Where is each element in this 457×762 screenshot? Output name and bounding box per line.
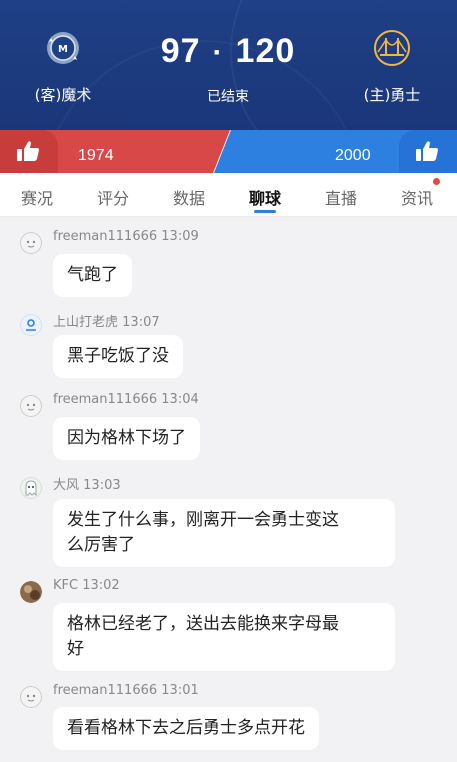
message-text-line: 好 <box>67 639 84 659</box>
tab-game[interactable]: 赛况 <box>7 185 67 209</box>
message-meta: freeman111666 13:09 <box>53 229 199 244</box>
message-meta: freeman111666 13:01 <box>53 683 199 698</box>
tab-stats[interactable]: 数据 <box>159 185 219 209</box>
away-team[interactable]: M (客)魔术 <box>8 28 118 105</box>
username: 上山打老虎 <box>53 315 119 330</box>
svg-text:M: M <box>58 44 68 55</box>
message-meta: 大风 13:03 <box>53 474 121 493</box>
timestamp: 13:02 <box>82 578 120 593</box>
score: 97 · 120 <box>128 32 328 71</box>
message-meta: freeman111666 13:04 <box>53 392 199 407</box>
match-status: 已结束 <box>207 89 249 105</box>
message-bubble[interactable]: 看看格林下去之后勇士多点开花 <box>53 707 319 750</box>
default-face-icon[interactable] <box>20 395 42 417</box>
away-team-name: (客)魔术 <box>34 86 92 104</box>
home-like-button[interactable] <box>399 130 457 173</box>
blue-user-icon[interactable] <box>20 314 42 336</box>
message-bubble[interactable]: 黑子吃饭了没 <box>53 335 183 378</box>
away-score: 97 <box>160 32 201 70</box>
match-header: M (客)魔术 97 · 120 已结束 (主)勇士 <box>0 0 457 130</box>
tab-bar: 赛况 评分 数据 聊球 直播 资讯 <box>0 173 457 217</box>
ghost-icon[interactable] <box>20 477 42 499</box>
news-notification-dot <box>433 178 440 185</box>
message-meta: KFC 13:02 <box>53 578 120 593</box>
message-bubble[interactable]: 格林已经老了，送出去能换来字母最 好 <box>53 603 395 671</box>
score-separator: · <box>212 36 224 69</box>
default-face-icon[interactable] <box>20 686 42 708</box>
active-tab-indicator <box>254 210 276 213</box>
username: KFC <box>53 578 79 593</box>
timestamp: 13:09 <box>161 229 199 244</box>
home-team[interactable]: (主)勇士 <box>337 28 447 105</box>
timestamp: 13:01 <box>161 683 199 698</box>
message-bubble[interactable]: 因为格林下场了 <box>53 417 200 460</box>
thumbs-up-icon <box>416 141 438 161</box>
timestamp: 13:07 <box>122 315 160 330</box>
photo-avatar[interactable] <box>20 581 42 603</box>
tab-chat[interactable]: 聊球 <box>235 185 295 209</box>
message-bubble[interactable]: 发生了什么事，刚离开一会勇士变这 么厉害了 <box>53 499 395 567</box>
username: freeman111666 <box>53 229 158 244</box>
tab-ratings[interactable]: 评分 <box>83 185 143 209</box>
username: freeman111666 <box>53 683 158 698</box>
message-meta: 上山打老虎 13:07 <box>53 311 160 330</box>
vote-bar: 1974 2000 <box>0 130 457 173</box>
away-vote-count: 1974 <box>78 147 114 164</box>
timestamp: 13:03 <box>83 478 121 493</box>
default-face-icon[interactable] <box>20 232 42 254</box>
username: 大风 <box>53 478 80 493</box>
thumbs-up-icon <box>17 141 39 161</box>
magic-logo-icon: M <box>47 32 79 64</box>
tab-news[interactable]: 资讯 <box>387 185 447 209</box>
away-like-button[interactable] <box>0 130 58 173</box>
message-bubble[interactable]: 气跑了 <box>53 254 132 297</box>
home-vote-count: 2000 <box>335 147 371 164</box>
tab-live[interactable]: 直播 <box>311 185 371 209</box>
message-text-line: 么厉害了 <box>67 535 135 555</box>
message-text-line: 格林已经老了，送出去能换来字母最 <box>67 614 339 634</box>
home-team-name: (主)勇士 <box>363 86 421 104</box>
timestamp: 13:04 <box>161 392 199 407</box>
username: freeman111666 <box>53 392 158 407</box>
message-text-line: 发生了什么事，刚离开一会勇士变这 <box>67 510 339 530</box>
home-score: 120 <box>235 32 296 70</box>
warriors-logo-icon <box>374 30 410 66</box>
